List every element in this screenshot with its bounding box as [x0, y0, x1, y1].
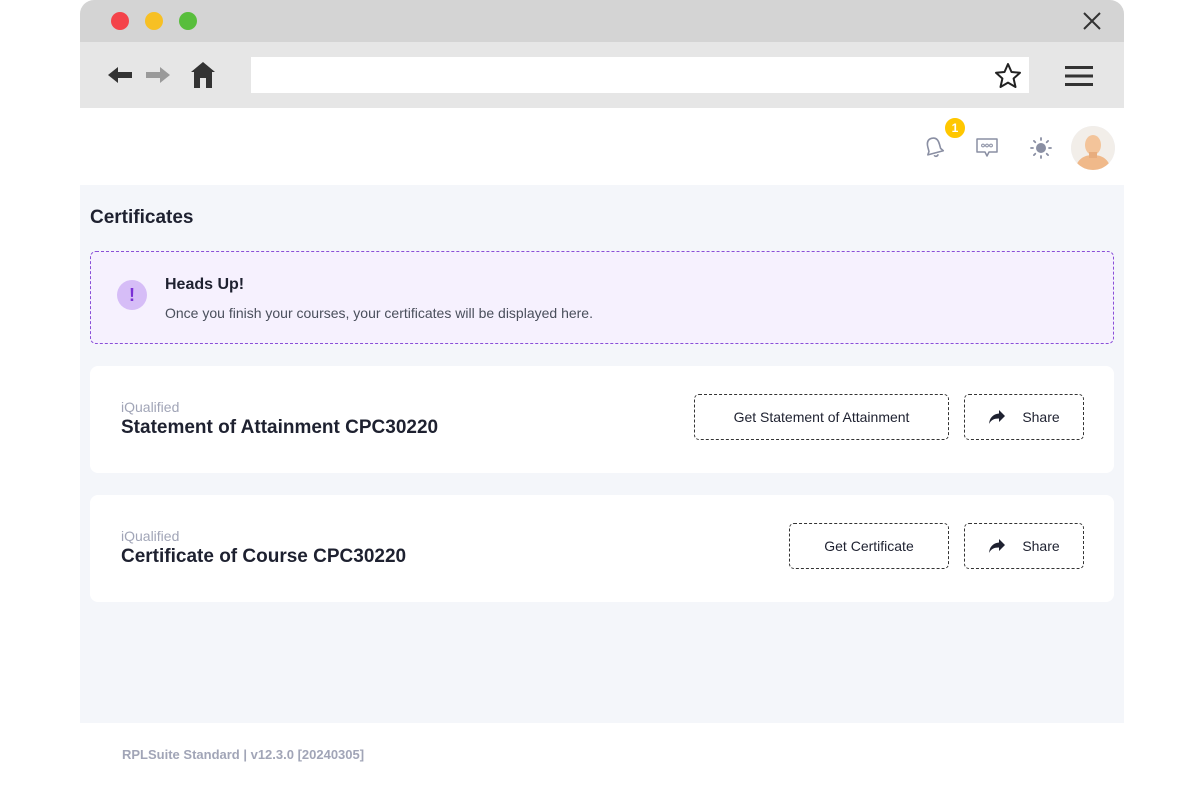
- share-label: Share: [1022, 538, 1060, 554]
- share-button[interactable]: Share: [964, 523, 1084, 569]
- forward-arrow-icon[interactable]: [144, 60, 172, 90]
- sun-icon[interactable]: [1030, 137, 1052, 159]
- certificate-issuer: iQualified: [121, 528, 180, 544]
- address-bar[interactable]: [251, 57, 1029, 93]
- certificate-title: Certificate of Course CPC30220: [121, 546, 407, 567]
- home-icon[interactable]: [190, 60, 216, 90]
- notification-badge: 1: [943, 116, 967, 140]
- title-bar: [80, 0, 1124, 42]
- certificate-card: iQualified Certificate of Course CPC3022…: [90, 495, 1114, 602]
- get-certificate-button[interactable]: Get Certificate: [789, 523, 949, 569]
- heads-up-alert: ! Heads Up! Once you finish your courses…: [90, 251, 1114, 344]
- hamburger-menu-icon[interactable]: [1064, 65, 1094, 87]
- main-content: Certificates ! Heads Up! Once you finish…: [80, 185, 1124, 723]
- star-icon[interactable]: [994, 62, 1022, 90]
- maximize-window-dot[interactable]: [179, 12, 197, 30]
- certificate-card: iQualified Statement of Attainment CPC30…: [90, 366, 1114, 473]
- page-title: Certificates: [90, 207, 194, 228]
- avatar[interactable]: [1071, 126, 1115, 170]
- alert-message: Once you finish your courses, your certi…: [165, 305, 593, 321]
- exclamation-icon: !: [117, 280, 147, 310]
- version-text: RPLSuite Standard | v12.3.0 [20240305]: [122, 747, 365, 762]
- certificate-title: Statement of Attainment CPC30220: [121, 417, 439, 438]
- certificate-issuer: iQualified: [121, 399, 180, 415]
- browser-toolbar: [80, 42, 1124, 108]
- bell-icon[interactable]: [923, 135, 945, 159]
- chat-icon[interactable]: [975, 137, 999, 159]
- get-certificate-label: Get Certificate: [824, 538, 914, 554]
- get-statement-label: Get Statement of Attainment: [733, 409, 910, 425]
- share-label: Share: [1022, 409, 1060, 425]
- browser-window: 1 Certificates ! Heads Up! Once you fini…: [80, 0, 1124, 800]
- alert-title: Heads Up!: [165, 276, 245, 293]
- user-avatar-icon: [1071, 126, 1115, 170]
- get-statement-button[interactable]: Get Statement of Attainment: [694, 394, 949, 440]
- footer: RPLSuite Standard | v12.3.0 [20240305]: [80, 723, 1124, 800]
- close-window-dot[interactable]: [111, 12, 129, 30]
- app-header: 1: [80, 108, 1124, 185]
- back-arrow-icon[interactable]: [106, 60, 134, 90]
- close-icon[interactable]: [1080, 9, 1104, 33]
- share-arrow-icon: [989, 539, 1006, 553]
- share-button[interactable]: Share: [964, 394, 1084, 440]
- minimize-window-dot[interactable]: [145, 12, 163, 30]
- share-arrow-icon: [989, 410, 1006, 424]
